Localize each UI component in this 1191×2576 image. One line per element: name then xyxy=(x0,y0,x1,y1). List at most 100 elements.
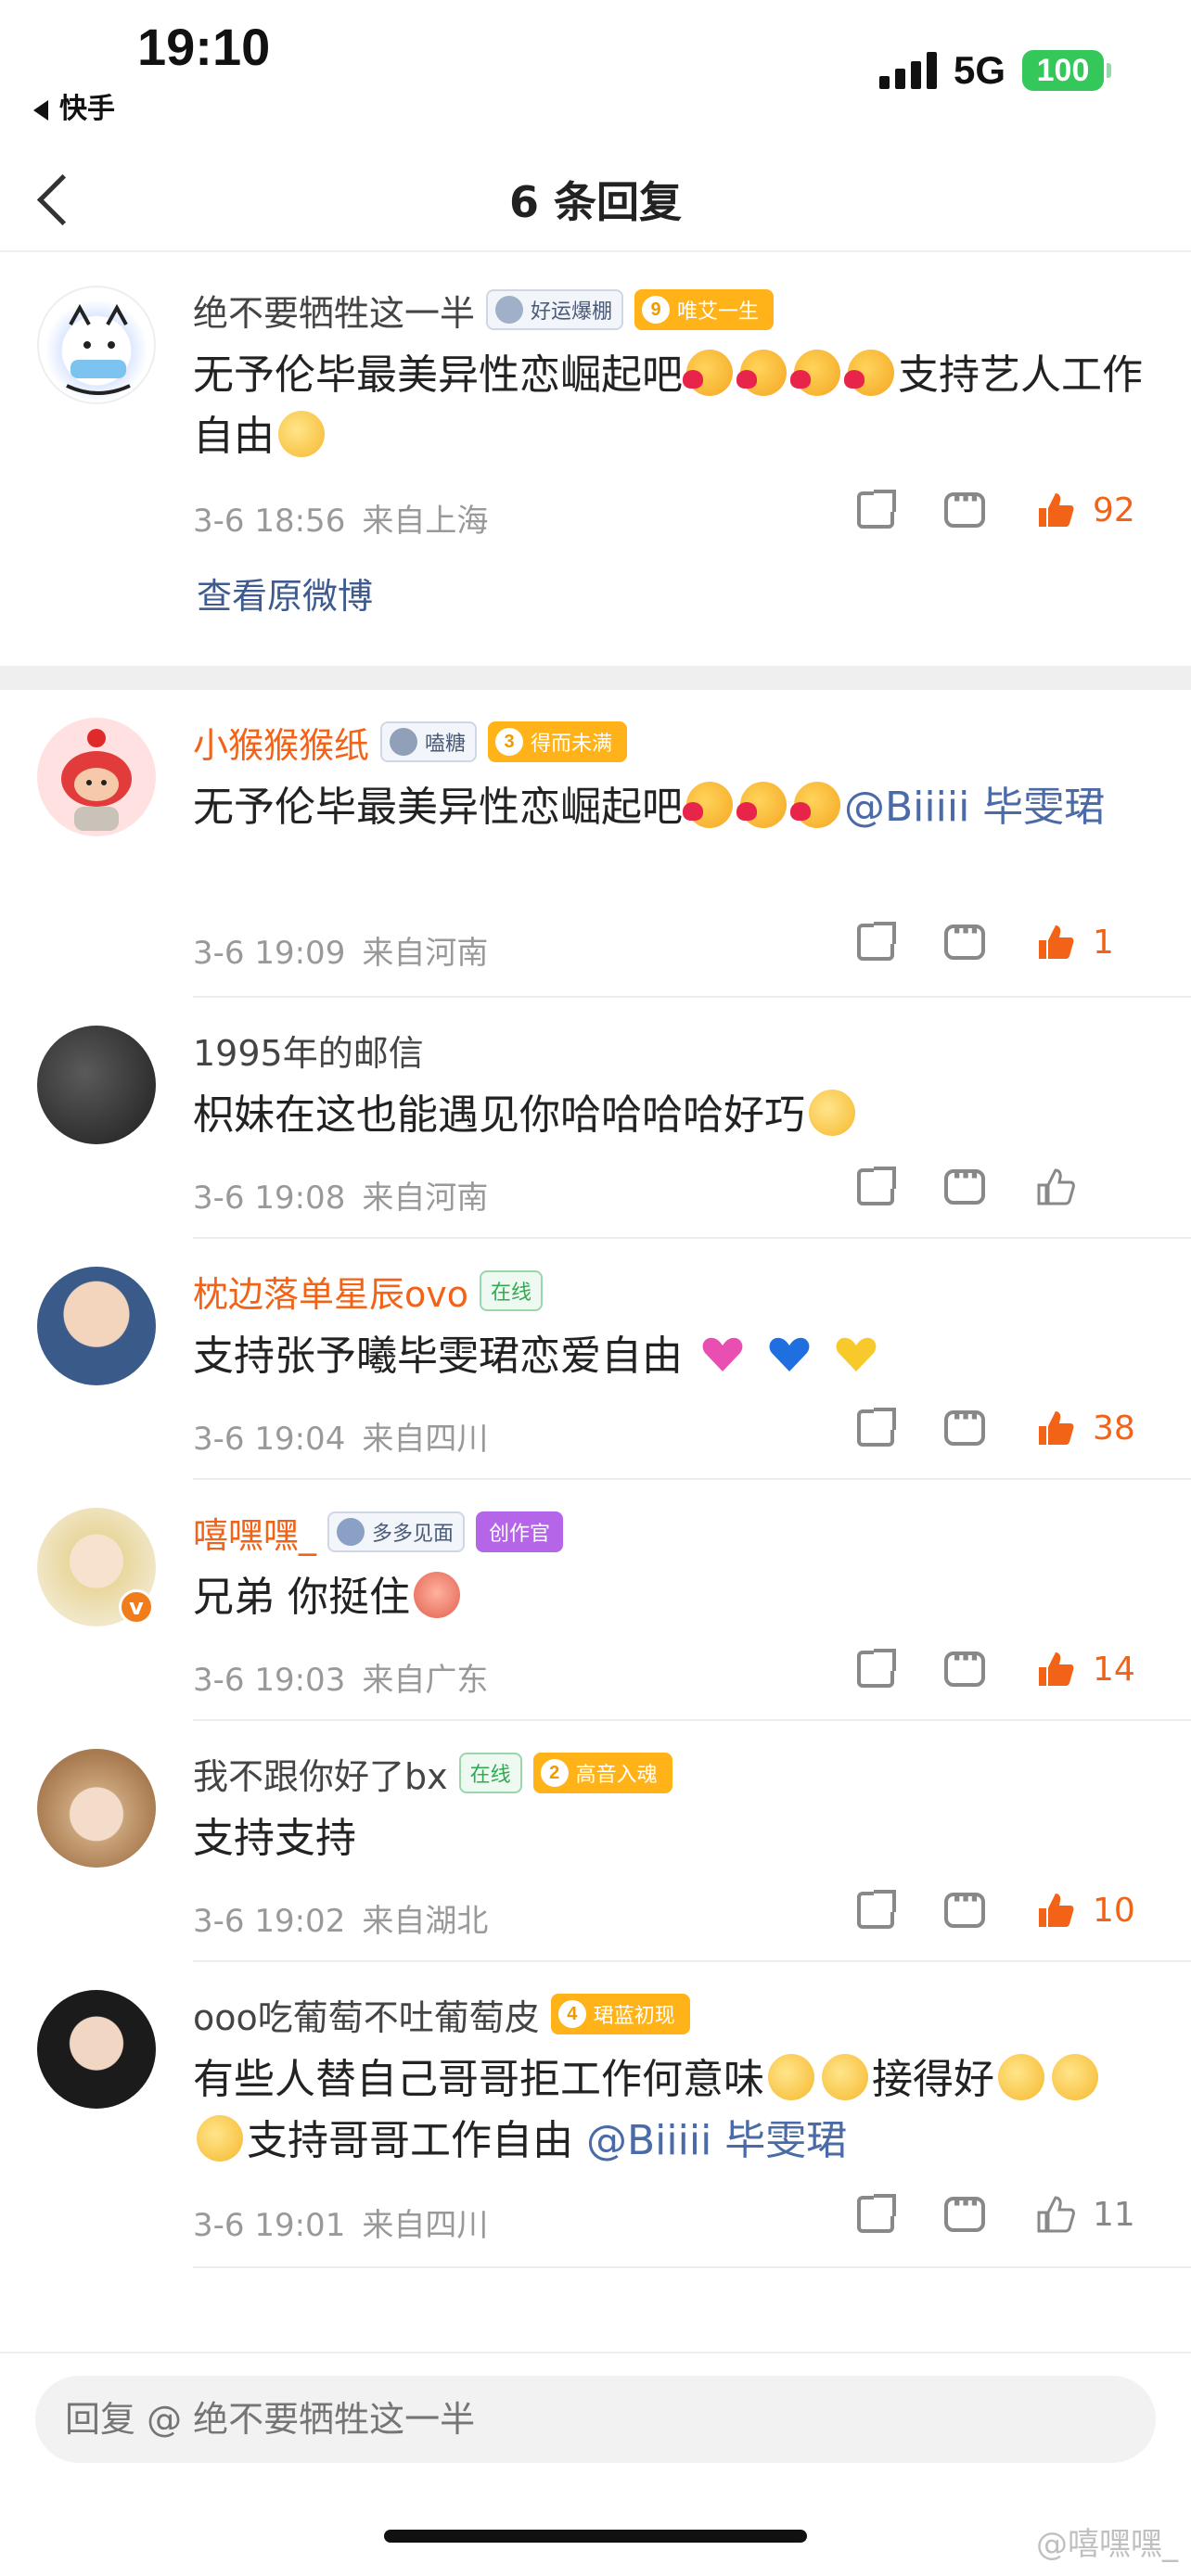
avatar[interactable] xyxy=(37,286,156,404)
comment-icon[interactable] xyxy=(944,1160,985,1205)
like-button[interactable] xyxy=(1035,1167,1148,1207)
like-button[interactable]: 14 xyxy=(1035,1649,1148,1690)
page-title: 6 条回复 xyxy=(508,177,683,227)
home-indicator[interactable] xyxy=(384,2530,807,2543)
comment-text: 支持支持 xyxy=(193,1808,1148,1869)
back-to-app-link[interactable]: 快手 xyxy=(33,85,115,126)
like-button[interactable]: 11 xyxy=(1035,2194,1148,2235)
share-icon[interactable] xyxy=(857,1408,896,1447)
fan-badge[interactable]: 3 得而未满 xyxy=(488,721,628,762)
signal-icon xyxy=(878,52,937,89)
comment-icon[interactable] xyxy=(944,1642,985,1687)
like-button[interactable]: 92 xyxy=(1035,490,1148,530)
fan-badge-label: 珺蓝初现 xyxy=(593,2005,675,2028)
share-icon[interactable] xyxy=(857,2194,896,2233)
thumbs-up-icon xyxy=(1039,1411,1074,1445)
share-icon[interactable] xyxy=(857,1167,896,1205)
comment-meta: 3-6 19:03 来自广东 xyxy=(193,1654,488,1700)
like-button[interactable]: 1 xyxy=(1035,922,1148,963)
comment-text-part: 支持哥哥工作自由 xyxy=(247,2117,573,2164)
comment-icon[interactable] xyxy=(944,1883,985,1928)
comment-text: 无予伦毕最美异性恋崛起吧 支持艺人工作自由 xyxy=(193,345,1148,467)
username[interactable]: 1995年的邮信 xyxy=(193,1025,424,1076)
badge-label: 嗑糖 xyxy=(425,733,467,756)
thumbs-up-icon xyxy=(1037,1168,1075,1205)
avatar[interactable] xyxy=(37,1026,156,1144)
like-count: 14 xyxy=(1093,1650,1135,1689)
fan-badge-label: 高音入魂 xyxy=(575,1764,658,1787)
nav-header: 6 条回复 xyxy=(0,148,1191,252)
badge-candy[interactable]: 嗑糖 xyxy=(380,721,478,762)
share-icon[interactable] xyxy=(857,922,896,961)
badge-meet[interactable]: 多多见面 xyxy=(327,1511,466,1552)
thumbs-up-icon xyxy=(1039,1894,1074,1927)
comment-location: 来自四川 xyxy=(362,1421,489,1458)
smile-emoji-icon xyxy=(278,411,325,457)
cat-sticker-icon xyxy=(66,303,131,395)
badge-luck[interactable]: 好运爆棚 xyxy=(486,289,624,330)
main-comment: 绝不要牺牲这一半 好运爆棚 9 唯艾一生 无予伦毕最美异性恋崛起吧 支持艺人工作自由… xyxy=(0,252,1191,666)
reply-item: 我不跟你好了bx 在线 2 高音入魂 支持支持 3-6 19:02 来自湖北 10 xyxy=(0,1721,1191,1962)
mention-link[interactable]: @Biiiii 毕雯珺 xyxy=(586,2117,847,2164)
mention-link[interactable]: @Biiiii 毕雯珺 xyxy=(844,784,1105,831)
reply-item: 1995年的邮信 枳妹在这也能遇见你哈哈哈哈好巧 3-6 19:08 来自河南 xyxy=(0,998,1191,1239)
thumbs-up-icon xyxy=(1039,925,1074,959)
fan-level: 3 xyxy=(495,728,524,756)
like-button[interactable]: 10 xyxy=(1035,1890,1148,1931)
blue-heart-icon xyxy=(769,1337,810,1371)
comment-location: 来自河南 xyxy=(362,935,489,972)
fan-badge[interactable]: 4 珺蓝初现 xyxy=(550,1994,690,2034)
kiss-heart-emoji-icon xyxy=(844,350,894,396)
reply-input[interactable] xyxy=(35,2376,1156,2463)
comment-date: 3-6 19:03 xyxy=(193,1662,346,1699)
comment-text: 枳妹在这也能遇见你哈哈哈哈好巧 xyxy=(193,1085,1148,1146)
share-icon[interactable] xyxy=(857,1649,896,1688)
online-badge: 在线 xyxy=(480,1270,544,1311)
username[interactable]: 绝不要牺牲这一半 xyxy=(193,285,475,336)
like-count: 38 xyxy=(1093,1409,1135,1447)
fan-level: 4 xyxy=(557,2000,586,2028)
reply-bar xyxy=(0,2352,1191,2509)
creator-badge[interactable]: 创作官 xyxy=(476,1511,564,1552)
network-label: 5G xyxy=(953,48,1005,92)
share-icon[interactable] xyxy=(857,490,896,529)
comment-date: 3-6 19:02 xyxy=(193,1903,346,1940)
comment-date: 3-6 19:04 xyxy=(193,1421,346,1458)
comment-icon[interactable] xyxy=(944,2187,985,2232)
like-count: 11 xyxy=(1093,2195,1135,2234)
avatar[interactable] xyxy=(37,718,156,836)
status-bar: 19:10 快手 5G 100 xyxy=(0,0,1191,130)
comment-icon[interactable] xyxy=(944,483,985,528)
comment-icon[interactable] xyxy=(944,915,985,960)
thumbs-up-icon xyxy=(1039,493,1074,527)
avatar[interactable] xyxy=(37,1990,156,2109)
comment-location: 来自湖北 xyxy=(362,1903,489,1940)
comment-icon[interactable] xyxy=(944,1401,985,1446)
username[interactable]: 小猴猴猴纸 xyxy=(193,717,369,768)
status-indicators: 5G 100 xyxy=(878,48,1111,93)
fan-badge[interactable]: 2 高音入魂 xyxy=(532,1753,672,1793)
view-original-link[interactable]: 查看原微博 xyxy=(197,567,373,618)
username[interactable]: ooo吃葡萄不吐葡萄皮 xyxy=(193,1989,540,2040)
avatar[interactable] xyxy=(37,1749,156,1868)
fan-badge[interactable]: 9 唯艾一生 xyxy=(634,289,775,330)
share-icon[interactable] xyxy=(857,1890,896,1929)
sparkling-heart-icon xyxy=(702,1337,743,1371)
like-count: 1 xyxy=(1093,923,1114,962)
like-button[interactable]: 38 xyxy=(1035,1408,1148,1448)
comment-date: 3-6 19:01 xyxy=(193,2207,346,2244)
verified-badge-icon: v xyxy=(119,1589,154,1625)
thumbs-up-icon xyxy=(1039,1652,1074,1686)
comment-meta: 3-6 19:08 来自河南 xyxy=(193,1172,488,1218)
row-divider xyxy=(193,2266,1191,2268)
username[interactable]: 枕边落单星辰ovo xyxy=(193,1266,468,1317)
reply-item: v 嘻嘿嘿_ 多多见面 创作官 兄弟 你挺住 3-6 19:03 来自广东 14 xyxy=(0,1480,1191,1721)
username[interactable]: 嘻嘿嘿_ xyxy=(193,1507,316,1558)
online-badge: 在线 xyxy=(458,1753,522,1793)
badge-label: 多多见面 xyxy=(372,1523,455,1546)
comment-actions: 1 xyxy=(807,915,1148,963)
username[interactable]: 我不跟你好了bx xyxy=(193,1748,448,1799)
drooling-emoji-icon xyxy=(790,782,840,828)
avatar[interactable] xyxy=(37,1267,156,1385)
comment-date: 3-6 18:56 xyxy=(193,503,346,540)
